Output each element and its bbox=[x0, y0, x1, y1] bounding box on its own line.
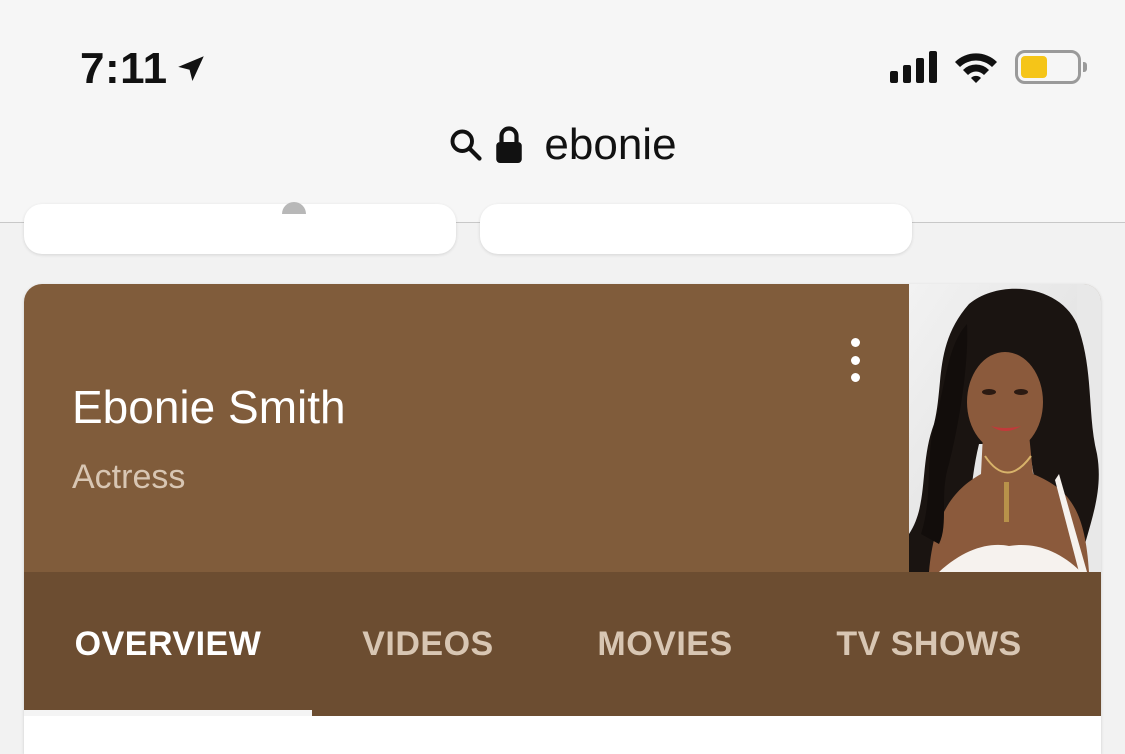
browser-top-bar: 7:11 ebonie bbox=[0, 0, 1125, 223]
entity-photo[interactable] bbox=[909, 284, 1101, 572]
status-icons bbox=[890, 50, 1087, 84]
tab-videos[interactable]: VIDEOS bbox=[312, 572, 544, 716]
tab-tv-shows-label: TV SHOWS bbox=[836, 624, 1022, 663]
url-text: ebonie bbox=[544, 120, 677, 169]
battery-icon bbox=[1015, 50, 1087, 84]
result-card[interactable] bbox=[480, 204, 912, 254]
tab-overview-label: OVERVIEW bbox=[74, 624, 262, 663]
knowledge-panel-tabs: OVERVIEW VIDEOS MOVIES TV SHOWS bbox=[24, 572, 1101, 716]
entity-subtitle: Actress bbox=[72, 458, 186, 496]
knowledge-panel-header: Ebonie Smith Actress bbox=[24, 284, 1101, 572]
signal-icon bbox=[890, 51, 937, 83]
more-vert-icon[interactable] bbox=[844, 338, 866, 382]
search-results: Ebonie Smith Actress OVERVIEW VIDEOS MOV… bbox=[0, 202, 1125, 754]
card-decoration bbox=[282, 202, 306, 214]
wifi-icon bbox=[955, 53, 997, 83]
tab-movies-label: MOVIES bbox=[597, 624, 733, 663]
tab-tv-shows[interactable]: TV SHOWS bbox=[786, 572, 1072, 716]
result-card[interactable] bbox=[24, 202, 456, 254]
entity-name: Ebonie Smith bbox=[72, 381, 346, 433]
knowledge-panel: Ebonie Smith Actress OVERVIEW VIDEOS MOV… bbox=[24, 284, 1101, 754]
lock-icon bbox=[496, 126, 523, 163]
url-bar[interactable]: ebonie bbox=[0, 120, 1125, 170]
location-arrow-icon bbox=[177, 56, 204, 82]
search-icon bbox=[450, 129, 483, 161]
tab-overview[interactable]: OVERVIEW bbox=[24, 572, 312, 716]
status-time: 7:11 bbox=[80, 44, 208, 94]
status-time-label: 7:11 bbox=[80, 44, 168, 93]
tab-movies[interactable]: MOVIES bbox=[544, 572, 786, 716]
knowledge-panel-body bbox=[24, 716, 1101, 754]
tab-videos-label: VIDEOS bbox=[362, 624, 494, 663]
